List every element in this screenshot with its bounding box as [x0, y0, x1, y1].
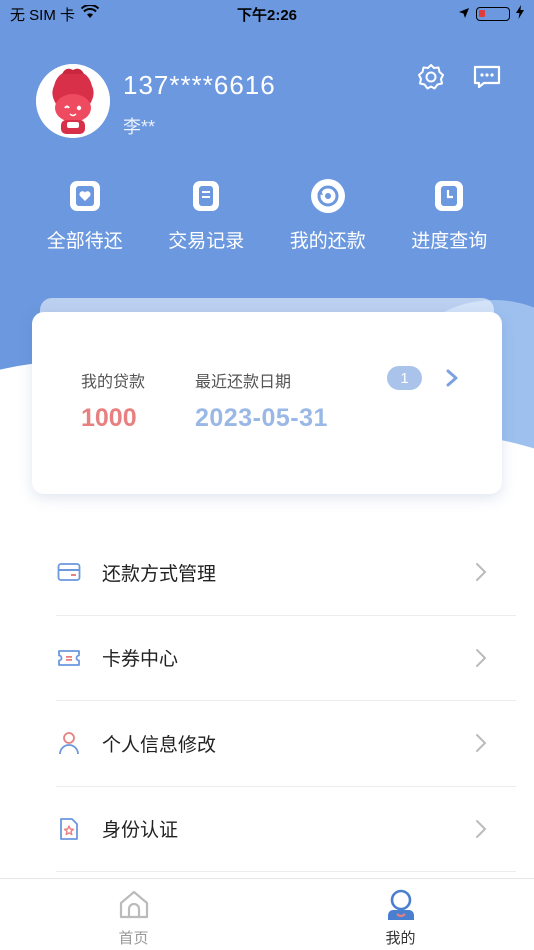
heart-card-icon: [65, 176, 105, 216]
date-label: 最近还款日期: [195, 374, 292, 391]
loan-amount: 1000: [81, 404, 137, 432]
loan-label: 我的贷款: [81, 374, 146, 391]
clock-doc-icon: [429, 176, 469, 216]
user-phone: 137****6616: [123, 70, 276, 100]
quick-action-all-pending[interactable]: 全部待还: [24, 176, 146, 253]
coupon-icon: [56, 645, 82, 671]
chevron-right-icon: [466, 643, 496, 673]
tab-label: 首页: [118, 930, 149, 947]
tab-bar: 首页 我的: [0, 878, 534, 950]
quick-action-label: 交易记录: [168, 231, 245, 252]
gear-icon[interactable]: [416, 62, 446, 92]
menu-item-coupon-center[interactable]: 卡券中心: [56, 616, 516, 701]
charging-icon: [516, 5, 524, 23]
chevron-right-icon: [466, 814, 496, 844]
chevron-right-icon: [466, 557, 496, 587]
tab-label: 我的: [385, 930, 416, 947]
quick-action-my-repayment[interactable]: 我的还款: [267, 176, 389, 253]
tab-home[interactable]: 首页: [0, 879, 267, 950]
status-bar: 无 SIM 卡 下午2:26: [0, 0, 534, 28]
message-bubble-icon[interactable]: [472, 62, 502, 92]
credit-card-icon: [56, 559, 82, 585]
quick-action-progress[interactable]: 进度查询: [389, 176, 511, 253]
menu-label: 卡券中心: [102, 649, 179, 671]
chevron-right-icon: [466, 728, 496, 758]
status-right: [458, 5, 524, 23]
menu-item-personal-info[interactable]: 个人信息修改: [56, 701, 516, 787]
menu-label: 还款方式管理: [102, 563, 217, 585]
wifi-icon: [80, 4, 100, 23]
quick-action-label: 进度查询: [411, 231, 488, 252]
quick-action-label: 我的还款: [289, 231, 366, 252]
user-name: 李**: [123, 117, 156, 137]
menu-list: 还款方式管理 卡券中心 个人信息修改 身份认证: [56, 530, 516, 872]
menu-item-payment-methods[interactable]: 还款方式管理: [56, 530, 516, 616]
profile-icon: [383, 887, 419, 923]
location-arrow-icon: [458, 6, 470, 23]
repayment-date: 2023-05-31: [195, 404, 328, 432]
menu-item-id-verification[interactable]: 身份认证: [56, 787, 516, 872]
avatar[interactable]: [36, 64, 110, 138]
menu-label: 个人信息修改: [102, 734, 217, 756]
home-icon: [116, 887, 152, 923]
battery-icon: [476, 7, 510, 21]
tab-mine[interactable]: 我的: [267, 879, 534, 950]
document-icon: [186, 176, 226, 216]
quick-action-transactions[interactable]: 交易记录: [146, 176, 268, 253]
menu-label: 身份认证: [102, 820, 179, 842]
person-icon: [56, 730, 82, 756]
carrier-text: 无 SIM 卡: [10, 6, 76, 24]
chevron-right-icon[interactable]: [442, 366, 462, 390]
quick-action-label: 全部待还: [46, 231, 123, 252]
mascot-avatar-icon: [36, 64, 110, 138]
loan-card[interactable]: 我的贷款 最近还款日期 1000 2023-05-31 1: [32, 312, 502, 494]
quick-actions: 全部待还 交易记录 我的还款 进度查询: [24, 176, 510, 253]
refresh-icon: [308, 176, 348, 216]
id-verify-icon: [56, 816, 82, 842]
loan-count-badge: 1: [387, 366, 422, 390]
status-left: 无 SIM 卡: [10, 4, 100, 25]
